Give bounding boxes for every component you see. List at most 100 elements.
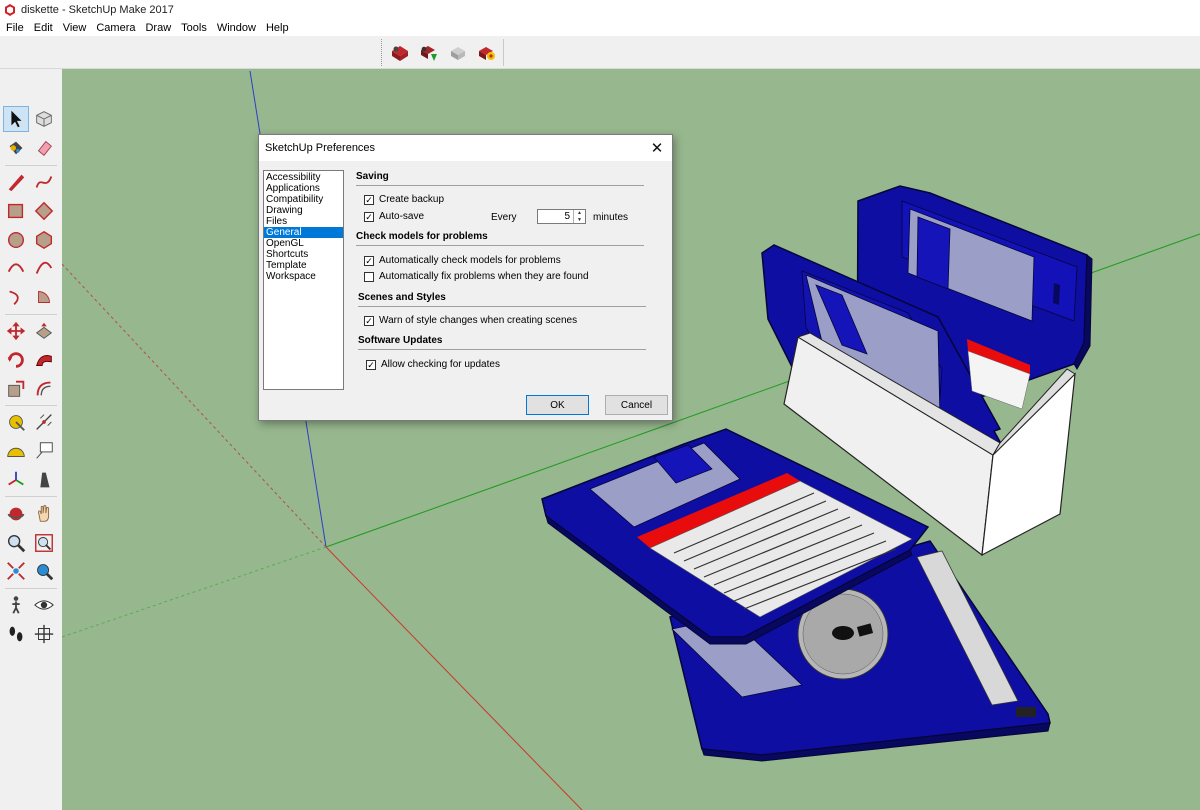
dialog-titlebar[interactable]: SketchUp Preferences ✕: [259, 135, 672, 161]
palette-separator: [5, 587, 57, 589]
menu-draw[interactable]: Draw: [140, 22, 176, 34]
preferences-category-list[interactable]: Accessibility Applications Compatibility Dr…: [263, 170, 344, 390]
rotated-rectangle-icon[interactable]: [32, 198, 58, 224]
warn-style-option[interactable]: ✓ Warn of style changes when creating sc…: [364, 315, 577, 326]
menu-help[interactable]: Help: [261, 22, 294, 34]
palette-separator: [5, 313, 57, 315]
spin-down-icon[interactable]: ▼: [574, 217, 585, 224]
push-pull-icon[interactable]: [32, 318, 58, 344]
category-files[interactable]: Files: [264, 216, 343, 227]
palette-row: [2, 591, 60, 620]
cancel-button[interactable]: Cancel: [605, 395, 668, 415]
palette-row: [2, 557, 60, 586]
tape-measure-icon[interactable]: [3, 409, 29, 435]
category-workspace[interactable]: Workspace: [264, 271, 343, 282]
share-component-icon[interactable]: [446, 41, 469, 64]
category-shortcuts[interactable]: Shortcuts: [264, 249, 343, 260]
warn-style-checkbox[interactable]: ✓: [364, 315, 374, 326]
move-icon[interactable]: [3, 318, 29, 344]
section-plane-icon[interactable]: [32, 621, 58, 647]
rotate-icon[interactable]: [3, 347, 29, 373]
polygon-icon[interactable]: [32, 227, 58, 253]
protractor-icon[interactable]: [3, 438, 29, 464]
ok-button[interactable]: OK: [526, 395, 589, 415]
auto-save-interval-value[interactable]: 5: [538, 211, 573, 222]
circle-icon[interactable]: [3, 227, 29, 253]
arc-icon[interactable]: [3, 255, 29, 281]
menu-window[interactable]: Window: [212, 22, 261, 34]
warn-style-label: Warn of style changes when creating scen…: [379, 315, 578, 326]
zoom-extents-icon[interactable]: [3, 558, 29, 584]
footprints-icon[interactable]: [3, 621, 29, 647]
category-compatibility[interactable]: Compatibility: [264, 194, 343, 205]
allow-updates-checkbox[interactable]: ✓: [366, 359, 376, 370]
close-button[interactable]: ✕: [642, 135, 672, 161]
eraser-icon[interactable]: [32, 135, 58, 161]
category-template[interactable]: Template: [264, 260, 343, 271]
auto-save-option[interactable]: ✓ Auto-save: [364, 211, 424, 222]
3d-text-icon[interactable]: [32, 467, 58, 493]
window-titlebar: diskette - SketchUp Make 2017: [0, 0, 1200, 19]
two-point-arc-icon[interactable]: [32, 255, 58, 281]
make-component-icon[interactable]: [32, 106, 57, 132]
pie-icon[interactable]: [32, 284, 58, 310]
warehouse-icon[interactable]: [388, 41, 411, 64]
dimension-icon[interactable]: [32, 409, 58, 435]
toolbar-grip[interactable]: [381, 39, 384, 66]
offset-icon[interactable]: [32, 376, 58, 402]
share-model-icon[interactable]: [417, 41, 440, 64]
palette-row: [2, 437, 60, 466]
allow-updates-option[interactable]: ✓ Allow checking for updates: [366, 359, 500, 370]
zoom-icon[interactable]: [3, 530, 29, 556]
menu-edit[interactable]: Edit: [29, 22, 58, 34]
create-backup-option[interactable]: ✓ Create backup: [364, 194, 444, 205]
menu-camera[interactable]: Camera: [91, 22, 140, 34]
category-general[interactable]: General: [264, 227, 343, 238]
auto-fix-checkbox[interactable]: [364, 271, 374, 282]
auto-check-option[interactable]: ✓ Automatically check models for problem…: [364, 255, 561, 266]
close-icon: ✕: [650, 140, 664, 157]
orbit-icon[interactable]: [3, 501, 29, 527]
create-backup-checkbox[interactable]: ✓: [364, 194, 374, 205]
menu-file[interactable]: File: [1, 22, 29, 34]
pan-icon[interactable]: [32, 501, 58, 527]
category-accessibility[interactable]: Accessibility: [264, 172, 343, 183]
three-point-arc-icon[interactable]: [3, 284, 29, 310]
section-divider: [356, 185, 644, 186]
green-axis-negative: [62, 546, 327, 638]
allow-updates-label: Allow checking for updates: [381, 359, 500, 370]
palette-row: [2, 134, 60, 163]
red-axis: [325, 546, 583, 810]
menu-tools[interactable]: Tools: [176, 22, 212, 34]
extension-warehouse-icon[interactable]: [475, 41, 498, 64]
zoom-window-icon[interactable]: [32, 530, 58, 556]
paint-bucket-icon[interactable]: [3, 135, 29, 161]
scale-icon[interactable]: [3, 376, 29, 402]
previous-view-icon[interactable]: [32, 558, 58, 584]
follow-me-icon[interactable]: [32, 347, 58, 373]
walk-icon[interactable]: [3, 592, 29, 618]
pencil-line-icon[interactable]: [3, 169, 29, 195]
text-icon[interactable]: [32, 438, 58, 464]
auto-fix-option[interactable]: Automatically fix problems when they are…: [364, 271, 589, 282]
auto-save-interval-stepper[interactable]: 5 ▲ ▼: [537, 209, 586, 224]
axes-icon[interactable]: [3, 467, 29, 493]
palette-row: [2, 499, 60, 528]
palette-row: [2, 345, 60, 374]
category-applications[interactable]: Applications: [264, 183, 343, 194]
auto-save-checkbox[interactable]: ✓: [364, 211, 374, 222]
rectangle-icon[interactable]: [3, 198, 29, 224]
category-opengl[interactable]: OpenGL: [264, 238, 343, 249]
menu-bar: File Edit View Camera Draw Tools Window Help: [0, 19, 1200, 36]
dialog-title: SketchUp Preferences: [265, 142, 376, 154]
freehand-icon[interactable]: [32, 169, 58, 195]
look-around-icon[interactable]: [32, 592, 58, 618]
select-icon[interactable]: [3, 106, 29, 133]
section-divider: [358, 349, 646, 350]
menu-view[interactable]: View: [58, 22, 92, 34]
category-drawing[interactable]: Drawing: [264, 205, 343, 216]
section-divider: [358, 306, 646, 307]
palette-row: [2, 196, 60, 225]
preferences-dialog: SketchUp Preferences ✕ Accessibility Appl…: [258, 134, 673, 421]
auto-check-checkbox[interactable]: ✓: [364, 255, 374, 266]
